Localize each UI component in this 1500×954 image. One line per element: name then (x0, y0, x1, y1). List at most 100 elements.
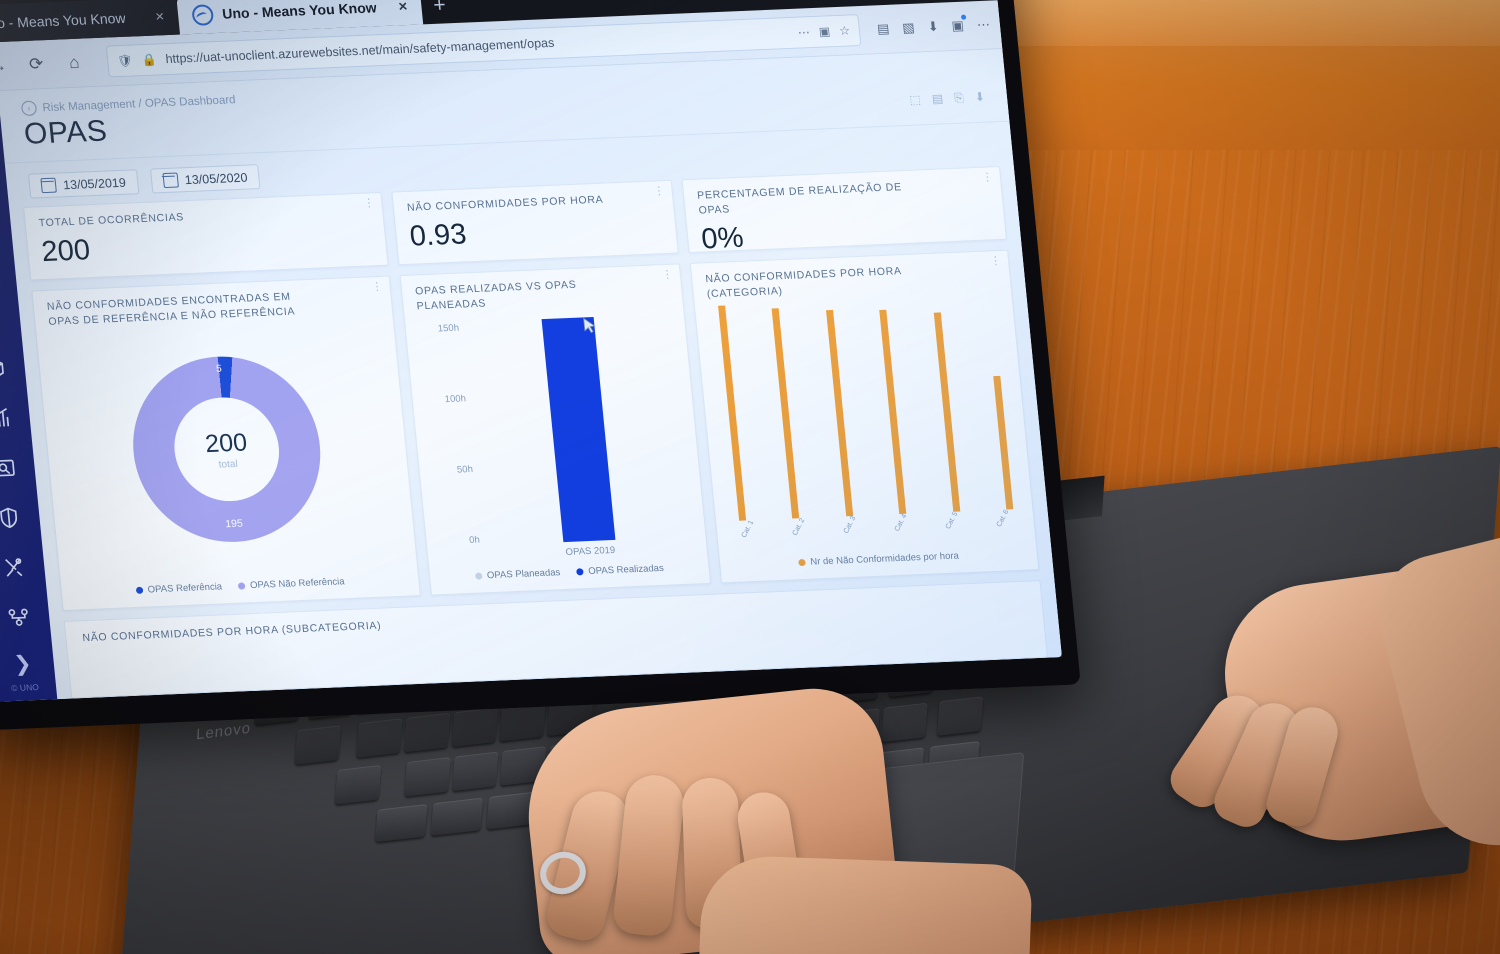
sidebar-item-settings[interactable] (0, 294, 14, 342)
card-menu-icon[interactable]: ⋮ (661, 269, 673, 281)
donut-slice-label-non-reference: 195 (224, 517, 244, 531)
page-actions-icon[interactable]: ⋯ (797, 25, 810, 39)
legend-item[interactable]: Nr de Não Conformidades por hora (797, 551, 959, 569)
keyboard-key[interactable] (451, 707, 499, 747)
browser-toolbar-icons[interactable]: ▤ ▧ ⬇ ▣ ⋯ (863, 17, 990, 38)
orange-bar[interactable] (825, 310, 854, 517)
kpi-title: NÃO CONFORMIDADES POR HORA (406, 193, 604, 214)
sidebar-item-maintenance[interactable] (0, 543, 38, 591)
tab-favicon-icon (191, 3, 215, 26)
card-menu-icon[interactable]: ⋮ (363, 197, 375, 209)
fullscreen-icon[interactable]: ⬚ (909, 92, 922, 107)
legend-label: OPAS Planeadas (486, 567, 561, 582)
kpi-title: PERCENTAGEM DE REALIZAÇÃO DE OPAS (696, 181, 903, 217)
bar-opas-realizadas[interactable] (541, 317, 616, 543)
kpi-value: 0% (700, 222, 746, 256)
account-icon[interactable]: ▣ (951, 18, 965, 34)
sidebar-item-analytics[interactable] (0, 394, 24, 442)
library-icon[interactable]: ▤ (876, 21, 890, 37)
reader-mode-icon[interactable]: ▣ (818, 24, 831, 38)
sidebar-icon[interactable]: ▧ (902, 20, 916, 36)
card-menu-icon[interactable]: ⋮ (653, 185, 665, 197)
keyboard-key[interactable] (881, 702, 928, 743)
keyboard-key[interactable] (936, 696, 984, 736)
legend-item[interactable]: OPAS Referência (135, 581, 223, 596)
keyboard-key[interactable] (334, 764, 382, 805)
home-button[interactable]: ⌂ (56, 45, 93, 80)
sidebar-item-organization[interactable] (0, 593, 43, 641)
keyboard-key[interactable] (403, 712, 451, 753)
orange-bar[interactable] (933, 311, 960, 512)
kpi-value: 0.93 (408, 218, 468, 253)
orange-bar[interactable] (718, 305, 747, 521)
forward-button[interactable]: → (0, 48, 17, 83)
orange-bar[interactable] (993, 376, 1014, 510)
export-icon[interactable]: ⬇ (974, 90, 986, 105)
card-menu-icon[interactable]: ⋮ (989, 255, 1001, 267)
legend-item[interactable]: OPAS Realizadas (575, 562, 665, 578)
keyboard-key[interactable] (294, 725, 342, 765)
legend-label: OPAS Realizadas (587, 562, 665, 577)
network-icon (7, 608, 28, 626)
expand-sidebar-icon[interactable]: ❯ (13, 651, 33, 677)
keyboard-key[interactable] (356, 718, 403, 758)
laptop-lid: Uno - Means You Know × Uno - Means You K… (0, 0, 1081, 730)
close-icon[interactable]: × (398, 0, 408, 15)
date-to-picker[interactable]: 13/05/2020 (149, 164, 261, 194)
url-text: https://uat-unoclient.azurewebsites.net/… (164, 35, 555, 67)
legend-item[interactable]: OPAS Não Referência (237, 576, 346, 592)
keyboard-key[interactable] (375, 803, 428, 843)
orange-bar-chart[interactable]: Cat. 1 Cat. 2 Cat. 3 Cat. 4 Cat. 5 Cat. 6 (708, 290, 1023, 551)
downloads-icon[interactable]: ⬇ (927, 19, 939, 35)
legend-swatch-icon (474, 572, 483, 580)
orange-bars (718, 295, 1014, 521)
tab-title: Uno - Means You Know (0, 9, 127, 32)
plot-area: OPAS 2019 (464, 310, 694, 561)
legend-swatch-icon (575, 568, 584, 576)
y-tick: 0h (468, 534, 481, 546)
card-menu-icon[interactable]: ⋮ (371, 281, 383, 293)
legend-label: OPAS Não Referência (249, 576, 346, 592)
legend-item[interactable]: OPAS Planeadas (474, 567, 561, 582)
sidebar-footer: ❯ © UNO (8, 651, 40, 701)
tools-icon (4, 557, 22, 577)
bookmark-star-icon[interactable]: ☆ (839, 23, 851, 37)
calendar-icon (40, 177, 57, 194)
keyboard-key[interactable] (452, 751, 499, 792)
donut-center-value: 200 (203, 428, 249, 458)
sidebar-item-risk-management[interactable] (0, 494, 34, 542)
donut-chart[interactable]: 5 195 200 total (49, 316, 404, 578)
menu-icon[interactable]: ⋯ (976, 17, 991, 33)
tracking-shield-icon[interactable]: 🛡 (117, 54, 134, 69)
orange-bar[interactable] (771, 307, 800, 519)
new-tab-button[interactable]: + (420, 0, 461, 24)
back-circle-icon[interactable]: ‹ (20, 100, 38, 117)
chart-card-categoria: ⋮ NÃO CONFORMIDADES POR HORA (CATEGORIA)… (689, 249, 1040, 584)
orange-x-tick: Cat. 1 (740, 519, 756, 540)
bar-chart[interactable]: 150h 100h 50h 0h OPAS 2019 (418, 304, 695, 563)
sidebar-item-assets[interactable] (0, 344, 19, 392)
sidebar-item-home[interactable] (0, 195, 4, 243)
orange-x-labels: Cat. 1 Cat. 2 Cat. 3 Cat. 4 Cat. 5 Cat. 6 (741, 509, 1016, 542)
date-from-picker[interactable]: 13/05/2019 (27, 169, 139, 199)
laptop-screen: Uno - Means You Know × Uno - Means You K… (0, 0, 1063, 702)
sidebar-item-monitoring[interactable] (0, 245, 9, 293)
reload-button[interactable]: ⟳ (18, 47, 55, 82)
card-menu-icon[interactable]: ⋮ (981, 171, 993, 183)
close-icon[interactable]: × (155, 8, 165, 25)
keyboard-key[interactable] (430, 797, 484, 836)
legend-swatch-icon (135, 586, 144, 594)
kpi-card-percentagem-realizacao: ⋮ PERCENTAGEM DE REALIZAÇÃO DE OPAS 0% (681, 166, 1008, 256)
orange-bar[interactable] (879, 309, 907, 515)
grid-icon[interactable]: ▤ (931, 91, 944, 106)
keyboard-key[interactable] (404, 756, 451, 797)
orange-x-tick: Cat. 3 (842, 515, 858, 535)
date-from-value: 13/05/2019 (62, 175, 127, 192)
laptop: Lenovo Uno - Means You Know × Uno - Mean… (0, 0, 1500, 954)
donut-slice-label-reference: 5 (215, 363, 222, 375)
print-icon[interactable]: ⎘ (954, 91, 965, 106)
bar-chart-icon (0, 407, 9, 427)
sidebar-item-inspections[interactable] (0, 444, 29, 492)
kpi-card-nao-conformidades-hora: ⋮ NÃO CONFORMIDADES POR HORA 0.93 (391, 179, 679, 266)
page-header-actions[interactable]: ⬚ ▤ ⎘ ⬇ (909, 90, 987, 115)
